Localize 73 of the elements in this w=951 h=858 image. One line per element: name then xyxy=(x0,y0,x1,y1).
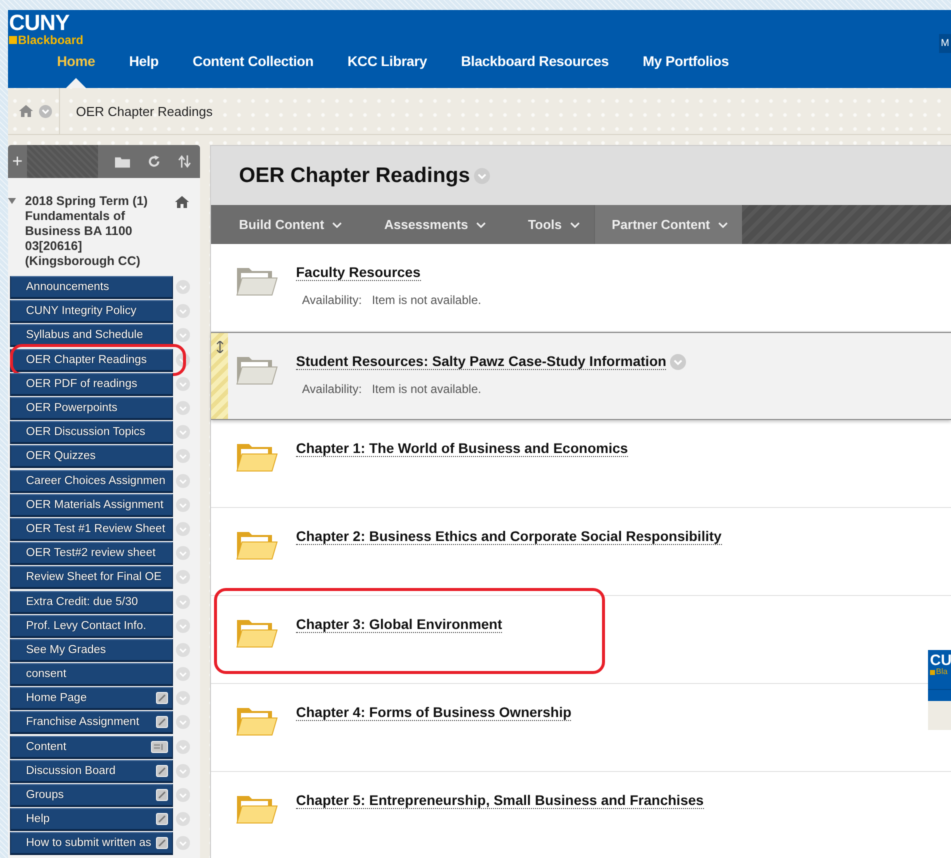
move-icon[interactable] xyxy=(216,341,224,353)
menu-item[interactable]: Groups xyxy=(10,784,173,806)
item-title-link[interactable]: Student Resources: Salty Pawz Case-Study Information xyxy=(296,353,666,370)
item-title-link[interactable]: Chapter 5: Entrepreneurship, Small Business and Franchises xyxy=(296,792,704,809)
chevron-icon[interactable] xyxy=(176,352,190,367)
nav-tab[interactable]: My Portfolios xyxy=(626,53,746,88)
menu-item[interactable]: OER Materials Assignment xyxy=(10,494,173,516)
menu-item[interactable]: OER Test#2 review sheet xyxy=(10,542,173,564)
menu-item[interactable]: Announcements xyxy=(10,276,173,298)
edit-icon[interactable] xyxy=(156,764,168,777)
menu-item[interactable]: Discussion Board xyxy=(10,760,173,782)
availability-value: Item is not available. xyxy=(372,382,482,396)
availability-label: Availability: xyxy=(302,293,362,307)
breadcrumb-bar xyxy=(928,701,951,730)
menu-item[interactable]: How to submit written as xyxy=(10,832,173,854)
caret-icon[interactable] xyxy=(570,222,580,228)
home-icon[interactable] xyxy=(175,196,189,208)
course-title[interactable]: 2018 Spring Term (1) Fundamentals of Business BA 1100 03[20616] (Kingsborough CC) xyxy=(25,194,153,269)
edit-icon[interactable] xyxy=(156,692,168,704)
page-title: OER Chapter Readings xyxy=(239,164,470,188)
menu-item[interactable]: CUNY Integrity Policy xyxy=(10,300,173,322)
menu-item[interactable]: OER Discussion Topics xyxy=(10,421,173,444)
caret-icon[interactable] xyxy=(718,222,728,228)
caret-icon[interactable] xyxy=(332,222,342,228)
edit-icon[interactable] xyxy=(156,789,168,802)
drag-handle[interactable] xyxy=(211,333,228,419)
caret-icon[interactable] xyxy=(476,222,486,228)
menu-item[interactable]: OER Test #1 Review Sheet xyxy=(10,518,173,540)
item-title-link[interactable]: Chapter 1: The World of Business and Economics xyxy=(296,440,628,457)
nav-tab[interactable]: KCC Library xyxy=(330,53,444,88)
home-icon[interactable] xyxy=(19,105,33,117)
menu-item[interactable]: OER Powerpoints xyxy=(10,397,173,420)
add-button[interactable]: + xyxy=(8,145,27,178)
item-title-link[interactable]: Chapter 2: Business Ethics and Corporate Social Responsibility xyxy=(296,528,722,545)
menu-item[interactable]: Help xyxy=(10,808,173,830)
edit-icon[interactable] xyxy=(156,813,168,826)
menu-item[interactable]: OER Quizzes xyxy=(10,445,173,468)
availability-value: Item is not available. xyxy=(372,293,482,307)
menu-item[interactable]: Franchise Assignment xyxy=(10,711,173,734)
sort-icon[interactable] xyxy=(178,155,191,168)
menu-item[interactable]: Extra Credit: due 5/30 xyxy=(10,590,173,613)
nav-tab[interactable]: Home xyxy=(40,53,112,88)
refresh-icon[interactable] xyxy=(148,155,160,168)
edit-icon[interactable] xyxy=(156,837,168,850)
menu-item[interactable]: Career Choices Assignmen xyxy=(10,470,173,492)
breadcrumb-item[interactable]: OER Chapter Readings xyxy=(76,104,213,118)
nav-link[interactable]: M xyxy=(939,34,951,53)
chevron-icon[interactable] xyxy=(39,104,52,118)
menu-item[interactable]: Syllabus and Schedule xyxy=(10,324,173,346)
menu-item[interactable]: Home Page xyxy=(10,687,173,710)
search-field[interactable] xyxy=(26,145,98,178)
module-icon[interactable] xyxy=(151,740,168,753)
logo-text: CU xyxy=(930,653,951,668)
logo-text: Bla xyxy=(936,668,948,676)
nav-tab[interactable]: Help xyxy=(112,53,176,88)
availability-label: Availability: xyxy=(302,382,362,396)
menu-item[interactable]: Content xyxy=(10,736,173,758)
collapse-icon[interactable] xyxy=(8,198,16,204)
item-title-link[interactable]: Chapter 4: Forms of Business Ownership xyxy=(296,704,572,721)
menu-item[interactable]: OER PDF of readings xyxy=(10,372,173,395)
menu-item[interactable]: consent xyxy=(10,663,173,686)
menu-button[interactable]: Partner Content xyxy=(594,205,742,244)
menu-item[interactable]: Prof. Levy Contact Info. xyxy=(10,614,173,637)
menu-item[interactable]: OER Chapter Readings xyxy=(10,348,173,371)
menu-item[interactable]: See My Grades xyxy=(10,638,173,661)
item-title-link[interactable]: Chapter 3: Global Environment xyxy=(296,616,502,633)
nav-tab[interactable]: Content Collection xyxy=(176,53,330,88)
menu-item[interactable]: Review Sheet for Final OE xyxy=(10,566,173,588)
nav-tab[interactable]: Blackboard Resources xyxy=(444,53,626,88)
item-title-link[interactable]: Faculty Resources xyxy=(296,264,420,281)
edit-icon[interactable] xyxy=(156,716,168,728)
folder-icon[interactable] xyxy=(114,156,130,168)
logo[interactable]: CUNY Blackboard xyxy=(9,12,84,46)
